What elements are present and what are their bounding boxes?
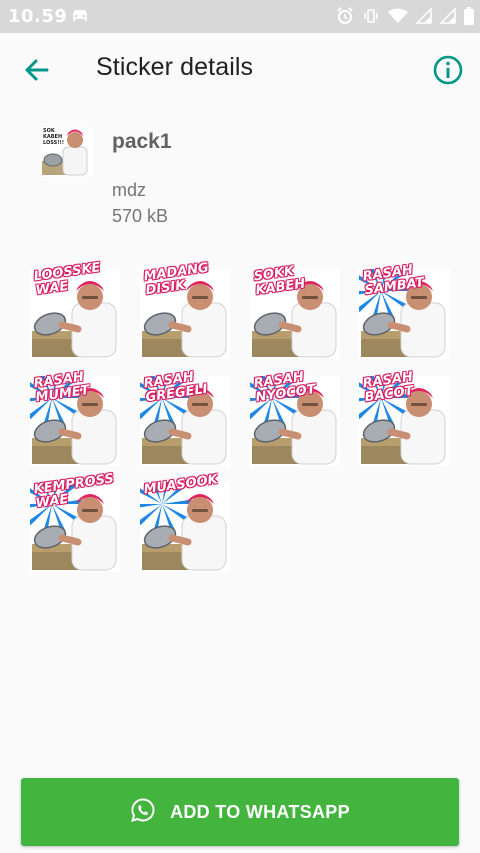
- sticker-image: [30, 269, 120, 359]
- add-to-whatsapp-label: ADD TO WHATSAPP: [170, 801, 350, 822]
- back-arrow-icon[interactable]: [22, 55, 52, 85]
- sticker-item[interactable]: RASAH GREGELI: [140, 370, 230, 466]
- sticker-image: [30, 376, 120, 466]
- battery-icon: [464, 7, 474, 29]
- sticker-image: [140, 376, 230, 466]
- whatsapp-icon: [130, 797, 156, 827]
- vibrate-icon: [362, 7, 380, 29]
- pack-author: mdz: [112, 180, 147, 200]
- sticker-item[interactable]: KEMPROSS WAE: [30, 471, 120, 572]
- pack-tray-icon: SOK KABEH LOSS!!!: [41, 127, 93, 177]
- sticker-image: [359, 269, 449, 359]
- sticker-image: [250, 376, 340, 466]
- wifi-icon: [388, 8, 408, 28]
- sticker-item[interactable]: RASAH BACOT: [359, 370, 449, 466]
- sticker-item[interactable]: MUASOOK: [140, 472, 230, 572]
- car-icon: [70, 8, 90, 28]
- sticker-image: [140, 482, 230, 572]
- sticker-image: [250, 269, 340, 359]
- sticker-item[interactable]: MADANG DISIK: [140, 260, 230, 359]
- sticker-item[interactable]: RASAH NYOCOT: [250, 370, 340, 466]
- signal-icon: [415, 7, 432, 28]
- status-bar: 10.59: [0, 0, 480, 33]
- sticker-image: [359, 376, 449, 466]
- sticker-image: [140, 269, 230, 359]
- sticker-item[interactable]: RASAH MUMET: [30, 370, 120, 466]
- pack-name: pack1: [112, 130, 172, 153]
- alarm-icon: [336, 7, 354, 29]
- add-to-whatsapp-button[interactable]: ADD TO WHATSAPP: [21, 778, 459, 846]
- sticker-item[interactable]: RASAH SAMBAT: [359, 263, 449, 359]
- sticker-image: [30, 482, 120, 572]
- info-icon[interactable]: [431, 53, 465, 87]
- signal-icon-2: [439, 7, 456, 28]
- status-icons: [336, 7, 474, 29]
- pack-icon-caption: SOK KABEH LOSS!!!: [43, 128, 65, 146]
- sticker-item[interactable]: SOKK KABEH: [250, 264, 340, 359]
- status-time: 10.59: [8, 6, 68, 27]
- pack-size: 570 kB: [112, 206, 169, 226]
- sticker-item[interactable]: LOOSSKE WAE: [30, 260, 120, 359]
- app-toolbar: Sticker details: [0, 33, 480, 107]
- page-title: Sticker details: [96, 53, 254, 81]
